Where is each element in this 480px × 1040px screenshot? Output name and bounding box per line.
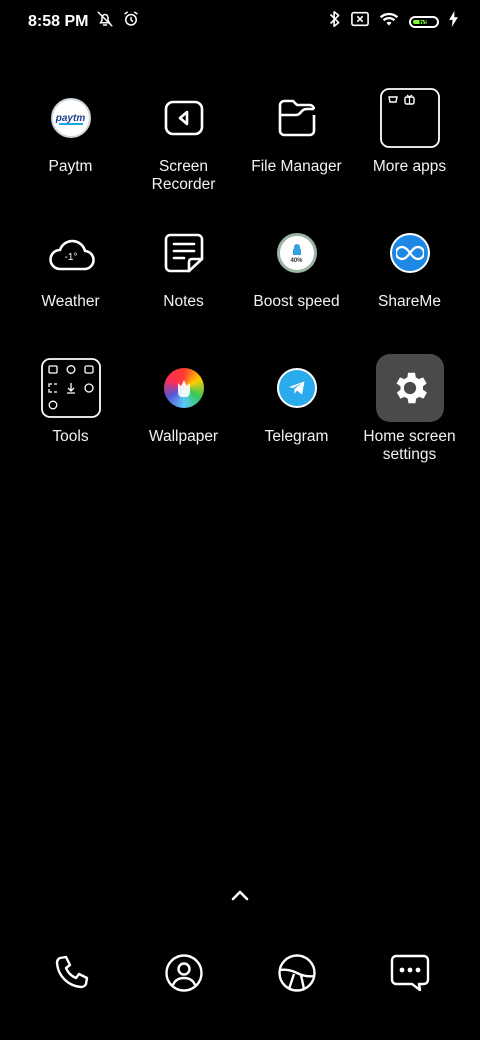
dock-browser[interactable] xyxy=(240,950,353,1000)
weather-temp: -1° xyxy=(64,252,77,263)
app-wallpaper[interactable]: Wallpaper xyxy=(127,354,240,489)
status-bar: 8:58 PM 69 xyxy=(0,0,480,44)
tools-folder-icon xyxy=(37,354,105,422)
contacts-icon xyxy=(164,953,204,998)
gear-icon xyxy=(375,354,444,422)
app-tools[interactable]: Tools xyxy=(14,354,127,489)
wifi-icon xyxy=(379,11,399,32)
shareme-icon xyxy=(376,219,444,287)
status-right: 69 xyxy=(329,10,458,33)
boost-speed-icon: 40% xyxy=(263,219,331,287)
app-weather[interactable]: -1° Weather xyxy=(14,219,127,354)
wallpaper-icon xyxy=(150,354,218,422)
app-notes[interactable]: Notes xyxy=(127,219,240,354)
battery-icon: 69 xyxy=(409,15,439,28)
charging-icon xyxy=(449,11,458,32)
alarm-icon xyxy=(122,10,140,33)
app-label: Wallpaper xyxy=(148,428,219,445)
telegram-icon xyxy=(263,354,331,422)
app-screen-recorder[interactable]: Screen Recorder xyxy=(127,84,240,219)
paytm-icon: paytm xyxy=(37,84,105,152)
status-left: 8:58 PM xyxy=(28,10,140,33)
boost-percent: 40% xyxy=(290,257,303,264)
app-label: Weather xyxy=(41,293,100,310)
screen-recorder-icon xyxy=(150,84,218,152)
bluetooth-icon xyxy=(329,10,341,33)
file-manager-icon xyxy=(263,84,331,152)
app-boost-speed[interactable]: 40% Boost speed xyxy=(240,219,353,354)
notifications-off-icon xyxy=(96,10,114,33)
dock-phone[interactable] xyxy=(14,950,127,1000)
app-label: More apps xyxy=(372,158,447,175)
app-label: Telegram xyxy=(264,428,329,445)
dock-contacts[interactable] xyxy=(127,950,240,1000)
settings-tile xyxy=(375,354,444,422)
app-shareme[interactable]: ShareMe xyxy=(353,219,466,354)
notes-icon xyxy=(150,219,218,287)
app-telegram[interactable]: Telegram xyxy=(240,354,353,489)
sim-disabled-icon xyxy=(351,11,369,32)
app-label: Tools xyxy=(52,428,89,445)
phone-icon xyxy=(51,953,91,998)
app-more-apps[interactable]: More apps xyxy=(353,84,466,219)
app-file-manager[interactable]: File Manager xyxy=(240,84,353,219)
app-home-screen-settings[interactable]: Home screen settings xyxy=(353,354,466,489)
weather-cloud-icon: -1° xyxy=(37,219,105,287)
app-paytm[interactable]: paytm Paytm xyxy=(14,84,127,219)
dock xyxy=(14,950,466,1000)
app-label: ShareMe xyxy=(378,293,441,310)
app-label: Boost speed xyxy=(253,293,340,310)
app-label: Paytm xyxy=(48,158,93,175)
clock: 8:58 PM xyxy=(28,12,89,30)
app-label: Home screen settings xyxy=(363,428,456,463)
app-label: File Manager xyxy=(251,158,342,175)
more-apps-folder-icon xyxy=(376,84,444,152)
browser-icon xyxy=(277,953,317,998)
app-grid: paytm Paytm Screen Recorder File Manager xyxy=(14,84,466,489)
app-label: Notes xyxy=(163,293,204,310)
app-drawer-chevron-up-icon[interactable] xyxy=(228,886,252,904)
battery-level: 69 xyxy=(418,16,429,27)
messages-icon xyxy=(389,953,431,998)
dock-messages[interactable] xyxy=(353,950,466,1000)
app-label: Screen Recorder xyxy=(151,158,216,193)
